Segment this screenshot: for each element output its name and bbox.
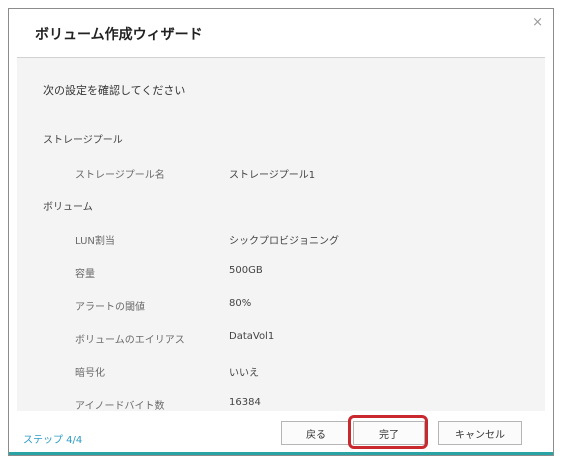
encryption-label: 暗号化 bbox=[75, 368, 105, 379]
capacity-value: 500GB bbox=[229, 265, 263, 276]
storage-pool-name-value: ストレージプール1 bbox=[229, 170, 316, 181]
encryption-value: いいえ bbox=[229, 368, 259, 379]
lun-allocation-value: シックプロビジョニング bbox=[229, 236, 339, 247]
section-heading-storage-pool: ストレージプール bbox=[43, 135, 123, 146]
close-icon[interactable]: × bbox=[532, 15, 543, 30]
storage-pool-name-label: ストレージプール名 bbox=[75, 170, 165, 181]
step-indicator: ステップ 4/4 bbox=[23, 435, 83, 446]
alert-threshold-value: 80% bbox=[229, 298, 252, 309]
alert-threshold-label: アラートの閾値 bbox=[75, 302, 145, 313]
volume-alias-label: ボリュームのエイリアス bbox=[75, 335, 185, 346]
back-button[interactable]: 戻る bbox=[281, 421, 351, 445]
section-heading-volume: ボリューム bbox=[43, 202, 93, 213]
dialog-title: ボリューム作成ウィザード bbox=[35, 27, 203, 43]
summary-panel: 次の設定を確認してください ストレージプール ストレージプール名 ストレージプー… bbox=[17, 58, 545, 413]
inode-bytes-value: 16384 bbox=[229, 397, 261, 408]
volume-alias-value: DataVol1 bbox=[229, 331, 275, 342]
dialog-footer: ステップ 4/4 戻る 完了 キャンセル bbox=[9, 411, 553, 455]
finish-button-highlight bbox=[348, 415, 428, 449]
footer-accent-bar bbox=[9, 452, 553, 455]
wizard-dialog: ボリューム作成ウィザード × 次の設定を確認してください ストレージプール スト… bbox=[8, 8, 554, 456]
confirm-prompt: 次の設定を確認してください bbox=[43, 84, 186, 97]
lun-allocation-label: LUN割当 bbox=[75, 236, 115, 247]
capacity-label: 容量 bbox=[75, 269, 95, 280]
dialog-header: ボリューム作成ウィザード × bbox=[9, 9, 553, 57]
inode-bytes-label: アイノードバイト数 bbox=[75, 401, 165, 412]
cancel-button[interactable]: キャンセル bbox=[438, 421, 522, 445]
